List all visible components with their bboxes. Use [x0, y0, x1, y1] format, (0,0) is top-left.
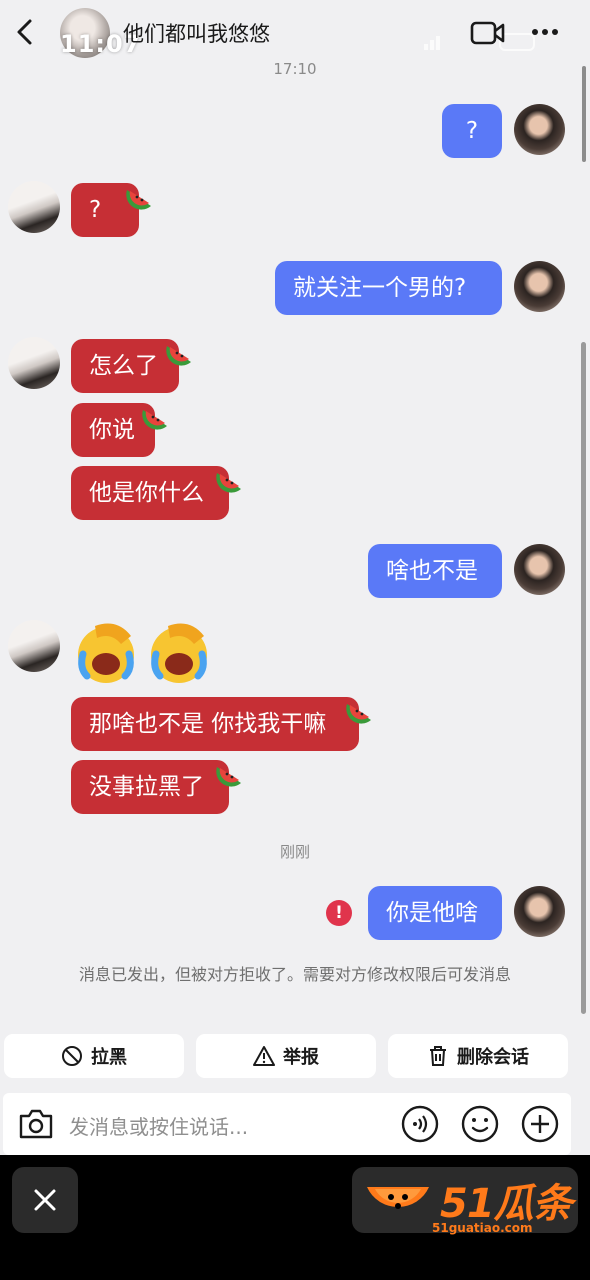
received-message[interactable]: 怎么了 [71, 339, 179, 393]
delete-label: 删除会话 [457, 1047, 529, 1068]
block-label: 拉黑 [91, 1047, 127, 1068]
block-button[interactable]: 拉黑 [4, 1034, 184, 1078]
received-message[interactable]: 那啥也不是 你找我干嘛 [71, 697, 359, 751]
emoji-icon[interactable] [461, 1105, 499, 1143]
sent-message[interactable]: 就关注一个男的? [275, 261, 502, 315]
received-message[interactable]: 他是你什么 [71, 466, 229, 520]
video-call-icon[interactable] [470, 18, 506, 48]
watermelon-icon [216, 473, 241, 493]
watermelon-icon [126, 190, 151, 210]
block-icon [62, 1046, 82, 1066]
my-avatar[interactable] [514, 261, 565, 312]
sent-message[interactable]: 啥也不是 [368, 544, 502, 598]
contact-avatar-small[interactable] [8, 620, 60, 672]
trash-icon [430, 1046, 446, 1066]
back-arrow-icon[interactable] [12, 16, 40, 48]
laughing-crying-emoji-icon [151, 623, 207, 683]
watermelon-logo-icon [367, 1187, 429, 1209]
watermelon-icon [142, 410, 167, 430]
my-avatar[interactable] [514, 544, 565, 595]
sent-message[interactable]: ? [442, 104, 502, 158]
message-input[interactable]: 发消息或按住说话... [69, 1111, 248, 1140]
scrollbar-thumb-top [582, 66, 586, 162]
timestamp: 17:10 [273, 60, 317, 78]
contact-avatar-small[interactable] [8, 181, 60, 233]
warning-icon [253, 1046, 275, 1066]
close-button[interactable] [12, 1167, 78, 1233]
received-message[interactable]: 没事拉黑了 [71, 760, 229, 814]
scrollbar[interactable] [581, 342, 586, 1014]
laughing-crying-emoji-icon [78, 623, 134, 683]
watermelon-icon [216, 767, 241, 787]
watermark-url: 51guatiao.com [432, 1221, 533, 1235]
contact-avatar-small[interactable] [8, 337, 60, 389]
plus-icon[interactable] [521, 1105, 559, 1143]
report-label: 举报 [283, 1047, 319, 1068]
report-button[interactable]: 举报 [196, 1034, 376, 1078]
chat-header: 11:07 他们都叫我悠悠 [0, 0, 590, 62]
watermelon-icon [346, 704, 371, 724]
sent-message[interactable]: 你是他啥 [368, 886, 502, 940]
close-icon [34, 1189, 56, 1211]
voice-icon[interactable] [401, 1105, 439, 1143]
rejected-notice: 消息已发出，但被对方拒收了。需要对方修改权限后可发消息 [78, 965, 511, 984]
contact-name[interactable]: 他们都叫我悠悠 [123, 18, 270, 48]
more-icon[interactable] [530, 22, 560, 42]
send-failed-icon[interactable]: ! [326, 900, 352, 926]
message-input-bar: 发消息或按住说话... [3, 1093, 571, 1155]
my-avatar[interactable] [514, 104, 565, 155]
my-avatar[interactable] [514, 886, 565, 937]
bottom-overlay: 51瓜条 51guatiao.com [0, 1155, 590, 1280]
delete-conversation-button[interactable]: 删除会话 [388, 1034, 568, 1078]
timestamp: 刚刚 [279, 843, 310, 861]
camera-icon[interactable] [17, 1107, 55, 1141]
watermelon-icon [166, 346, 191, 366]
